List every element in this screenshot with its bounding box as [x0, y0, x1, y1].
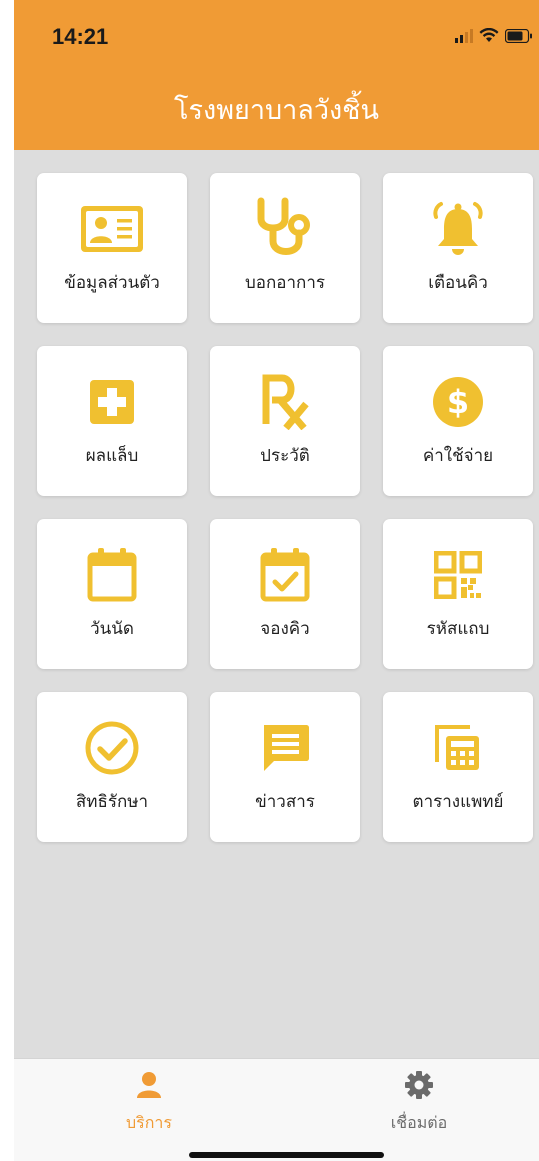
calendar-icon [37, 545, 187, 605]
service-menu-grid: ข้อมูลส่วนตัว บอกอาการ เตือนคิว ผลแล็บ ป… [37, 173, 533, 842]
tab-label: เชื่อมต่อ [390, 1113, 448, 1132]
calculator-icon [383, 718, 533, 778]
wifi-icon [479, 28, 499, 42]
qr-code-icon [383, 545, 533, 605]
menu-tile-coverage[interactable]: สิทธิรักษา [37, 692, 187, 842]
menu-tile-label: ประวัติ [260, 446, 310, 466]
menu-tile-label: จองคิว [260, 619, 310, 639]
prescription-rx-icon [210, 372, 360, 432]
menu-tile-history[interactable]: ประวัติ [210, 346, 360, 496]
menu-tile-barcode[interactable]: รหัสแถบ [383, 519, 533, 669]
menu-tile-news[interactable]: ข่าวสาร [210, 692, 360, 842]
signal-icon [455, 28, 473, 43]
menu-tile-lab-results[interactable]: ผลแล็บ [37, 346, 187, 496]
menu-tile-expenses[interactable]: $ ค่าใช้จ่าย [383, 346, 533, 496]
person-icon [84, 1071, 214, 1101]
check-circle-icon [37, 718, 187, 778]
menu-tile-personal-info[interactable]: ข้อมูลส่วนตัว [37, 173, 187, 323]
dollar-coin-icon: $ [383, 372, 533, 432]
tab-services[interactable]: บริการ [84, 1059, 214, 1139]
bottom-tab-bar: บริการ เชื่อมต่อ [14, 1058, 539, 1161]
medical-plus-icon [37, 372, 187, 432]
bell-icon [383, 199, 533, 259]
page-title: โรงพยาบาลวังชิ้น [174, 95, 379, 126]
calendar-check-icon [210, 545, 360, 605]
menu-tile-symptoms[interactable]: บอกอาการ [210, 173, 360, 323]
gear-icon [354, 1071, 484, 1101]
status-time: 14:21 [52, 24, 109, 49]
svg-text:$: $ [447, 383, 469, 421]
battery-icon [505, 28, 532, 43]
header-bar: 14:21 โรงพยาบาลวังชิ้น [14, 0, 539, 150]
menu-tile-label: ข้อมูลส่วนตัว [64, 273, 160, 293]
menu-tile-label: สิทธิรักษา [75, 792, 149, 812]
menu-tile-label: รหัสแถบ [426, 619, 490, 639]
stethoscope-icon [210, 197, 360, 259]
menu-tile-label: วันนัด [90, 619, 134, 639]
menu-tile-doctor-schedule[interactable]: ตารางแพทย์ [383, 692, 533, 842]
menu-tile-label: ผลแล็บ [85, 446, 139, 466]
menu-tile-label: ค่าใช้จ่าย [422, 446, 494, 466]
status-icons [455, 28, 533, 43]
menu-tile-label: ข่าวสาร [255, 792, 315, 812]
menu-tile-queue-alert[interactable]: เตือนคิว [383, 173, 533, 323]
app-screen: 14:21 โรงพยาบาลวังชิ้น ข้อมูลส่วนตัว บอก… [14, 0, 539, 1161]
home-indicator [189, 1152, 384, 1158]
tab-connect[interactable]: เชื่อมต่อ [354, 1059, 484, 1139]
menu-tile-appointments[interactable]: วันนัด [37, 519, 187, 669]
menu-tile-label: ตารางแพทย์ [412, 792, 504, 812]
menu-tile-label: เตือนคิว [428, 273, 488, 293]
menu-tile-book-queue[interactable]: จองคิว [210, 519, 360, 669]
tab-label: บริการ [125, 1113, 172, 1132]
message-icon [210, 718, 360, 778]
id-card-icon [37, 199, 187, 259]
menu-tile-label: บอกอาการ [244, 273, 326, 293]
